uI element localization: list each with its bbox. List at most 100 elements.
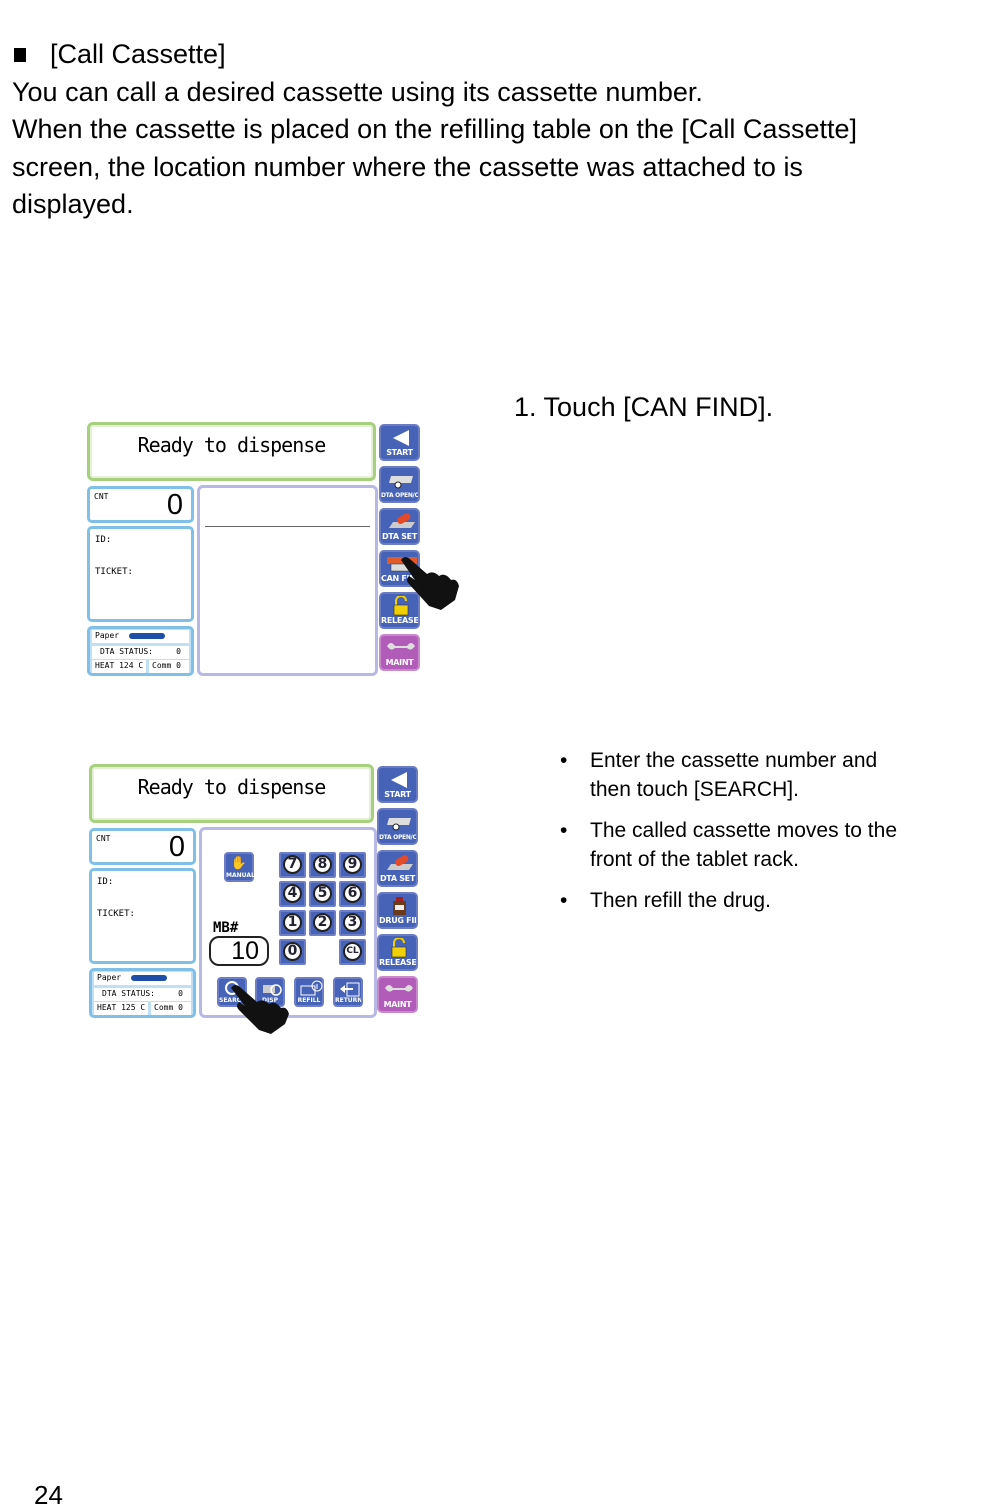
key-5[interactable]: 5 xyxy=(309,881,336,907)
key-7[interactable]: 7 xyxy=(279,852,306,878)
ticket-label: TICKET: xyxy=(97,909,135,919)
count-label: CNT xyxy=(96,834,111,843)
paper-label: Paper xyxy=(95,631,120,640)
return-button[interactable]: RETURN xyxy=(333,977,363,1007)
dta-open-close-button[interactable]: DTA OPEN/CLOSE xyxy=(377,808,418,845)
dta-status-label: DTA STATUS: xyxy=(100,647,153,656)
dta-open-close-button[interactable]: DTA OPEN/CLOSE xyxy=(379,466,420,503)
machine-status-box: Paper DTA STATUS: 0 HEAT 124 C Comm 0 xyxy=(87,626,194,676)
dta-set-label: DTA SET xyxy=(379,874,416,883)
padlock-icon xyxy=(391,938,407,958)
maint-label: MAINT xyxy=(385,658,414,667)
instruction-text: Enter the cassette number and then touch… xyxy=(590,749,878,801)
drug-find-button[interactable]: DRUG FIND xyxy=(377,892,418,929)
maint-button[interactable]: MAINT xyxy=(377,976,418,1013)
count-label: CNT xyxy=(94,492,109,501)
release-button[interactable]: RELEASE xyxy=(377,934,418,971)
key-clear[interactable]: CL xyxy=(339,939,366,965)
comm-readout: Comm 0 xyxy=(149,660,189,673)
refill-info-icon xyxy=(300,980,323,996)
start-button[interactable]: START START xyxy=(379,424,420,461)
intro-section: [Call Cassette] You can call a desired c… xyxy=(12,36,992,224)
status-message: Ready to dispense xyxy=(137,433,327,457)
manual-hand-icon: ✋ xyxy=(230,855,248,870)
key-0-label: 0 xyxy=(283,942,302,961)
intro-line: screen, the location number where the ca… xyxy=(12,151,803,182)
return-arrow-icon xyxy=(340,982,360,997)
square-bullet-icon xyxy=(14,47,26,62)
dta-tray-icon xyxy=(389,476,413,489)
key-9[interactable]: 9 xyxy=(339,852,366,878)
start-arrow-icon xyxy=(393,430,409,446)
status-message: Ready to dispense xyxy=(137,775,327,799)
dta-status-label: DTA STATUS: xyxy=(102,989,155,998)
key-5-label: 5 xyxy=(313,884,332,903)
instruction-item: • The called cassette moves to the front … xyxy=(560,816,920,874)
maint-label: MAINT xyxy=(383,1000,412,1009)
dta-set-button[interactable]: DTA SET xyxy=(377,850,418,887)
instruction-list: • Enter the cassette number and then touc… xyxy=(560,746,920,927)
wrench-icon xyxy=(387,643,415,650)
instruction-text: Then refill the drug. xyxy=(590,889,771,912)
key-0[interactable]: 0 xyxy=(279,939,306,965)
page-number: 24 xyxy=(34,1480,63,1506)
start-button-label: START xyxy=(384,790,411,799)
key-2-label: 2 xyxy=(313,913,332,932)
instruction-text: The called cassette moves to the front o… xyxy=(590,819,897,871)
manual-button[interactable]: ✋ MANUAL xyxy=(224,852,255,882)
dta-status-value: 0 xyxy=(176,647,181,656)
id-label: ID: xyxy=(95,535,112,545)
start-button[interactable]: START xyxy=(377,766,418,803)
paper-row: Paper xyxy=(92,630,189,643)
key-8-label: 8 xyxy=(313,855,332,874)
heat-readout: HEAT 124 C xyxy=(92,660,146,673)
bullet-dot-icon: • xyxy=(560,889,568,912)
dta-set-icon xyxy=(387,855,413,870)
count-value: 0 xyxy=(166,489,183,521)
key-3-label: 3 xyxy=(343,913,362,932)
return-label: RETURN xyxy=(335,997,361,1004)
comm-readout: Comm 0 xyxy=(151,1002,191,1015)
main-panel xyxy=(197,485,378,676)
bullet-dot-icon: • xyxy=(560,749,568,772)
paper-label: Paper xyxy=(97,973,122,982)
bullet-dot-icon: • xyxy=(560,819,568,842)
release-label: RELEASE xyxy=(381,616,418,625)
key-9-label: 9 xyxy=(343,855,362,874)
mb-number-field[interactable]: 10 xyxy=(209,936,269,966)
start-caption: START xyxy=(386,448,413,457)
manual-label: MANUAL xyxy=(226,872,255,879)
dta-open-close-label: DTA OPEN/CLOSE xyxy=(381,492,418,499)
drug-bottle-icon xyxy=(393,897,406,915)
instruction-item: • Then refill the drug. xyxy=(560,886,920,915)
pointing-hand-icon xyxy=(231,985,289,1034)
intro-line: When the cassette is placed on the refil… xyxy=(12,114,857,144)
id-ticket-box: ID: TICKET: xyxy=(89,868,196,964)
status-message-box: Ready to dispense xyxy=(87,422,376,481)
key-8[interactable]: 8 xyxy=(309,852,336,878)
start-arrow-icon xyxy=(391,772,407,788)
dta-set-button[interactable]: DTA SET xyxy=(379,508,420,545)
key-1-label: 1 xyxy=(283,913,302,932)
key-clear-label: CL xyxy=(343,942,362,961)
key-7-label: 7 xyxy=(283,855,302,874)
key-1[interactable]: 1 xyxy=(279,910,306,936)
dta-status-row: DTA STATUS: 0 xyxy=(94,988,191,1001)
divider-line xyxy=(205,526,370,527)
maint-button[interactable]: MAINT xyxy=(379,634,420,671)
dta-tray-icon xyxy=(387,818,411,831)
section-heading: [Call Cassette] xyxy=(12,36,992,74)
dta-set-icon xyxy=(389,513,415,528)
count-box: CNT 0 xyxy=(87,486,194,523)
ticket-label: TICKET: xyxy=(95,567,133,577)
status-message-box: Ready to dispense xyxy=(89,764,374,823)
refill-button[interactable]: REFILL xyxy=(294,977,324,1007)
step-1-title: 1. Touch [CAN FIND]. xyxy=(514,392,774,422)
pointing-hand-icon xyxy=(401,557,459,610)
count-value: 0 xyxy=(168,831,185,863)
key-3[interactable]: 3 xyxy=(339,910,366,936)
key-4[interactable]: 4 xyxy=(279,881,306,907)
key-2[interactable]: 2 xyxy=(309,910,336,936)
key-4-label: 4 xyxy=(283,884,302,903)
key-6[interactable]: 6 xyxy=(339,881,366,907)
